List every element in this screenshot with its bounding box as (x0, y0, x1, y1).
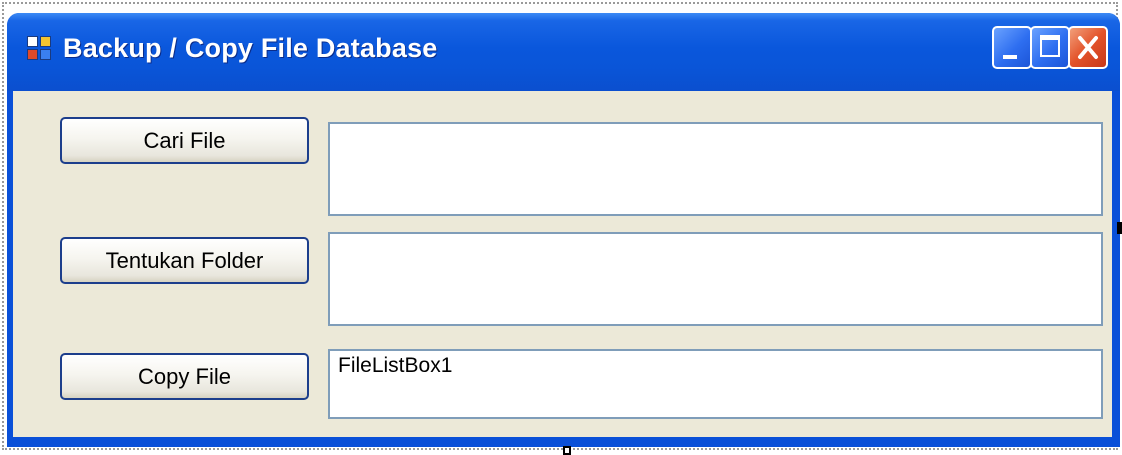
copy-file-button[interactable]: Copy File (60, 353, 309, 400)
file-path-textbox[interactable] (328, 122, 1103, 216)
minimize-icon (1003, 55, 1017, 59)
file-list-box[interactable]: FileListBox1 (328, 349, 1103, 419)
folder-path-textbox[interactable] (328, 232, 1103, 326)
form-client-area: Cari File Tentukan Folder Copy File File… (13, 91, 1112, 437)
maximize-button[interactable] (1030, 26, 1070, 69)
set-folder-button[interactable]: Tentukan Folder (60, 237, 309, 284)
close-button[interactable] (1068, 26, 1108, 69)
app-window-icon (27, 36, 53, 62)
title-bar[interactable]: Backup / Copy File Database (7, 13, 1120, 91)
form-window: Backup / Copy File Database Cari File Te… (7, 13, 1120, 447)
designer-resize-handle-bottom[interactable] (563, 446, 571, 455)
find-file-button[interactable]: Cari File (60, 117, 309, 164)
maximize-icon (1040, 35, 1060, 57)
form-designer-surface: Backup / Copy File Database Cari File Te… (0, 0, 1122, 455)
designer-resize-handle-right[interactable] (1117, 222, 1122, 234)
close-icon (1078, 36, 1098, 59)
minimize-button[interactable] (992, 26, 1032, 69)
window-title: Backup / Copy File Database (63, 33, 438, 63)
